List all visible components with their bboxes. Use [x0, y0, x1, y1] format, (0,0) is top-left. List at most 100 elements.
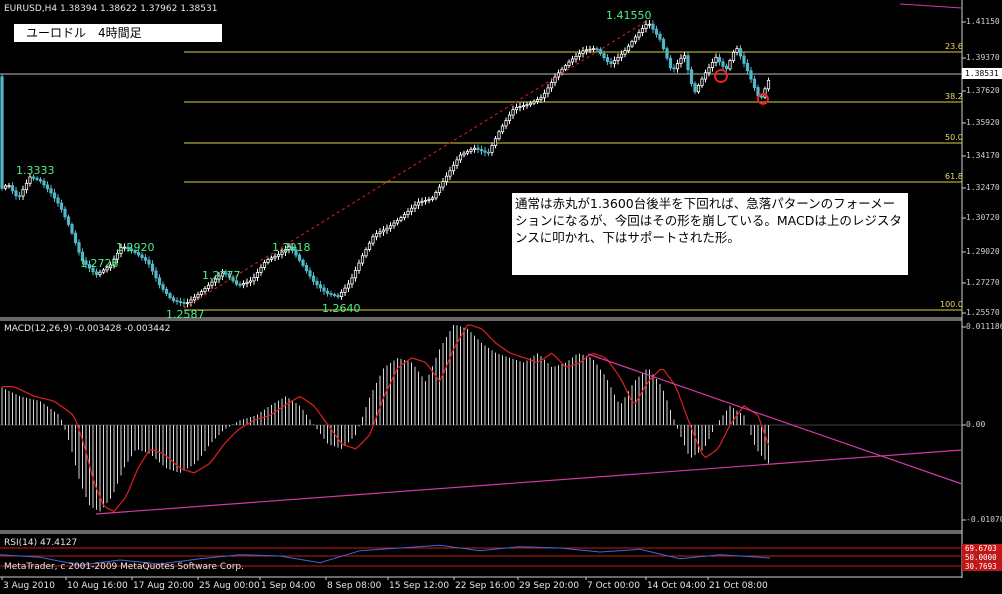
time-axis-label: 21 Oct 08:00: [709, 581, 768, 591]
candle-body: [196, 294, 200, 298]
candle-body: [553, 76, 557, 83]
time-axis-label: 29 Sep 20:00: [519, 581, 580, 591]
candle-body: [164, 288, 169, 294]
candle-body: [605, 57, 610, 63]
time-axis-label: 14 Oct 04:00: [647, 581, 706, 591]
candle-body: [567, 61, 571, 67]
fib-level-label: 100.0: [940, 300, 963, 309]
candle-body: [458, 154, 463, 161]
price-extreme-label: 1.2728: [80, 257, 119, 270]
candle-body: [595, 48, 599, 51]
price-axis-label: 1.39370: [966, 53, 1000, 62]
candle-body: [441, 181, 445, 188]
candle-body: [301, 259, 305, 266]
candle-body: [350, 277, 354, 285]
candle-body: [367, 242, 372, 250]
candle-body: [752, 78, 757, 88]
macd-support-line: [95, 449, 963, 515]
candle-body: [469, 149, 473, 152]
candle-body: [73, 232, 78, 244]
candle-body: [514, 107, 519, 111]
mt4-chart-window: EURUSD,H4 1.38394 1.38622 1.37962 1.3853…: [0, 0, 1002, 594]
candle-body: [336, 295, 340, 297]
candle-body: [756, 87, 760, 97]
candle-body: [325, 290, 330, 294]
candle-body: [542, 92, 547, 99]
title-box: ユーロドル 4時間足: [14, 24, 222, 42]
candle-body: [707, 67, 711, 74]
candle-body: [203, 288, 207, 293]
candle-body: [518, 106, 522, 108]
candle-body: [626, 45, 631, 52]
candle-body: [423, 200, 428, 202]
candle-body: [308, 270, 312, 277]
candle-body: [609, 61, 613, 65]
price-extreme-label: 1.2777: [202, 269, 241, 282]
candle-body: [549, 82, 554, 89]
candle-body: [52, 192, 57, 199]
annotation-note: 通常は赤丸が1.3600台後半を下回れば、急落パターンのフォーメーションになるが…: [512, 193, 908, 275]
time-axis-label: 25 Aug 00:00: [199, 581, 260, 591]
price-axis-label: 1.29020: [966, 247, 1000, 256]
candle-body: [735, 48, 739, 53]
candle-body: [98, 271, 102, 275]
candle-body: [679, 57, 683, 64]
time-axis-label: 17 Aug 20:00: [133, 581, 194, 591]
candle-body: [0, 76, 4, 189]
candle-body: [619, 53, 624, 58]
candle-body: [444, 175, 449, 183]
candle-body: [70, 224, 74, 234]
candle-body: [665, 48, 669, 59]
chart-canvas[interactable]: [0, 0, 1002, 594]
price-axis-label: 1.41150: [966, 17, 1000, 26]
candle-body: [693, 83, 697, 93]
candle-body: [315, 280, 319, 286]
candle-body: [49, 188, 53, 194]
candle-body: [38, 179, 43, 182]
candle-body: [185, 302, 190, 305]
price-axis-label: 1.30720: [966, 213, 1000, 222]
price-axis-label: 1.27270: [966, 278, 1000, 287]
candle-body: [721, 61, 725, 67]
fib-level-label: 61.8: [945, 172, 963, 181]
candle-body: [724, 65, 729, 70]
candle-body: [630, 41, 634, 47]
fib-level-label: 23.6: [945, 42, 963, 51]
candle-body: [493, 138, 498, 146]
candle-body: [311, 275, 316, 282]
candle-body: [661, 38, 666, 50]
candle-body: [731, 51, 736, 62]
candle-body: [591, 48, 596, 51]
candle-body: [633, 36, 638, 42]
candle-body: [703, 72, 708, 80]
candle-body: [413, 204, 417, 209]
candle-body: [378, 231, 382, 235]
candle-body: [430, 197, 435, 200]
candle-body: [388, 225, 393, 229]
candle-body: [434, 192, 438, 199]
candle-body: [56, 197, 60, 204]
candle-body: [696, 85, 701, 93]
candle-body: [682, 55, 687, 59]
candle-body: [672, 67, 676, 70]
candle-body: [364, 249, 368, 257]
candle-body: [472, 147, 477, 150]
time-axis-label: 7 Oct 00:00: [587, 581, 640, 591]
price-extreme-label: 1.3333: [16, 164, 55, 177]
candle-body: [35, 177, 39, 180]
candle-body: [357, 262, 361, 271]
candle-body: [574, 55, 578, 60]
price-extreme-label: 1.2920: [116, 241, 155, 254]
candle-body: [581, 50, 585, 54]
candle-body: [402, 214, 407, 219]
candle-body: [416, 201, 421, 206]
candle-body: [192, 296, 197, 301]
candle-body: [714, 56, 718, 63]
candle-body: [28, 176, 32, 184]
candle-body: [7, 185, 11, 188]
candle-body: [210, 281, 214, 286]
candle-body: [602, 53, 606, 59]
candle-body: [409, 207, 414, 212]
candle-body: [675, 63, 680, 70]
candle-body: [297, 254, 302, 261]
